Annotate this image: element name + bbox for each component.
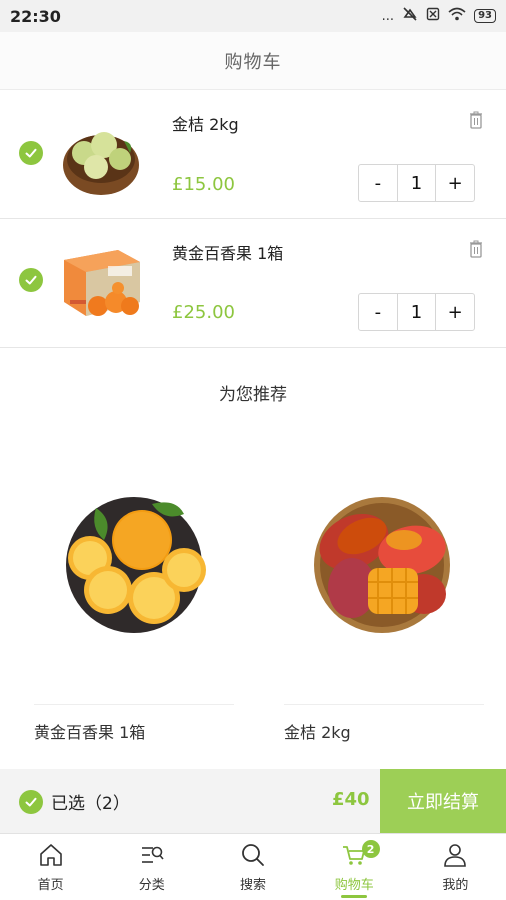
tab-profile[interactable]: 我的 [405,834,506,900]
select-all-checkbox[interactable] [19,789,43,814]
mute-icon [402,7,418,25]
select-all[interactable]: 已选（2） [19,789,130,814]
active-tab-indicator [341,895,368,898]
product-name[interactable]: 黄金百香果 1箱 [172,240,283,264]
selected-count: 已选（2） [51,794,130,814]
increment-button[interactable]: + [436,165,474,201]
item-select-checkbox[interactable] [19,268,43,292]
product-image[interactable] [284,470,484,670]
trash-icon[interactable] [469,240,483,258]
product-image[interactable] [34,470,234,670]
tab-home[interactable]: 首页 [0,834,101,900]
item-select-checkbox[interactable] [19,141,43,165]
checkout-button[interactable]: 立即结算 [380,769,506,833]
check-icon [25,797,37,806]
page-header: 购物车 [0,32,506,90]
increment-button[interactable]: + [436,294,474,330]
trash-icon[interactable] [469,111,483,129]
tab-category[interactable]: 分类 [101,834,202,900]
user-icon [444,844,467,867]
divider [34,704,234,705]
tab-label: 我的 [442,878,469,893]
battery-icon: 93 [474,9,496,23]
product-price: £15.00 [172,174,235,195]
status-bar: 22:30 ... 93 [0,0,506,32]
decrement-button[interactable]: - [359,165,397,201]
sim-icon [426,7,440,25]
product-image[interactable] [58,113,144,199]
tab-search[interactable]: 搜索 [202,834,303,900]
product-price: £25.00 [172,302,235,323]
home-icon [39,844,62,866]
tab-cart[interactable]: 2 购物车 [304,834,405,900]
recommend-name[interactable]: 黄金百香果 1箱 [34,719,145,743]
wifi-icon [448,7,466,25]
tab-label: 分类 [138,878,165,893]
signal-dots: ... [381,8,395,24]
quantity-value[interactable]: 1 [396,294,437,330]
bottom-tab-bar: 首页 分类 搜索 2 购物车 我的 [0,833,506,900]
checkout-bar: 已选（2） £40 立即结算 [0,769,506,833]
status-icons: ... 93 [382,7,496,25]
tab-label: 购物车 [334,878,374,893]
divider [284,704,484,705]
cart-badge: 2 [361,840,380,858]
check-icon [25,148,37,158]
cart-item: 金桔 2kg £15.00 - 1 + [0,91,506,219]
quantity-stepper: - 1 + [358,293,475,331]
recommend-card[interactable]: 金桔 2kg [284,470,484,750]
tab-label: 首页 [37,878,64,893]
search-icon [242,844,264,866]
recommend-name[interactable]: 金桔 2kg [284,719,351,743]
product-name[interactable]: 金桔 2kg [172,111,239,135]
decrement-button[interactable]: - [359,294,397,330]
check-icon [25,275,37,285]
page-title: 购物车 [224,51,282,73]
status-time: 22:30 [10,6,61,26]
tab-label: 搜索 [240,878,267,893]
product-image[interactable] [58,240,144,326]
recommend-card[interactable]: 黄金百香果 1箱 [34,470,234,750]
cart-item: 黄金百香果 1箱 £25.00 - 1 + [0,220,506,348]
quantity-value[interactable]: 1 [396,165,437,201]
total-price: £40 [332,789,370,810]
category-icon [141,846,164,863]
recommend-title: 为您推荐 [219,385,287,405]
quantity-stepper: - 1 + [358,164,475,202]
